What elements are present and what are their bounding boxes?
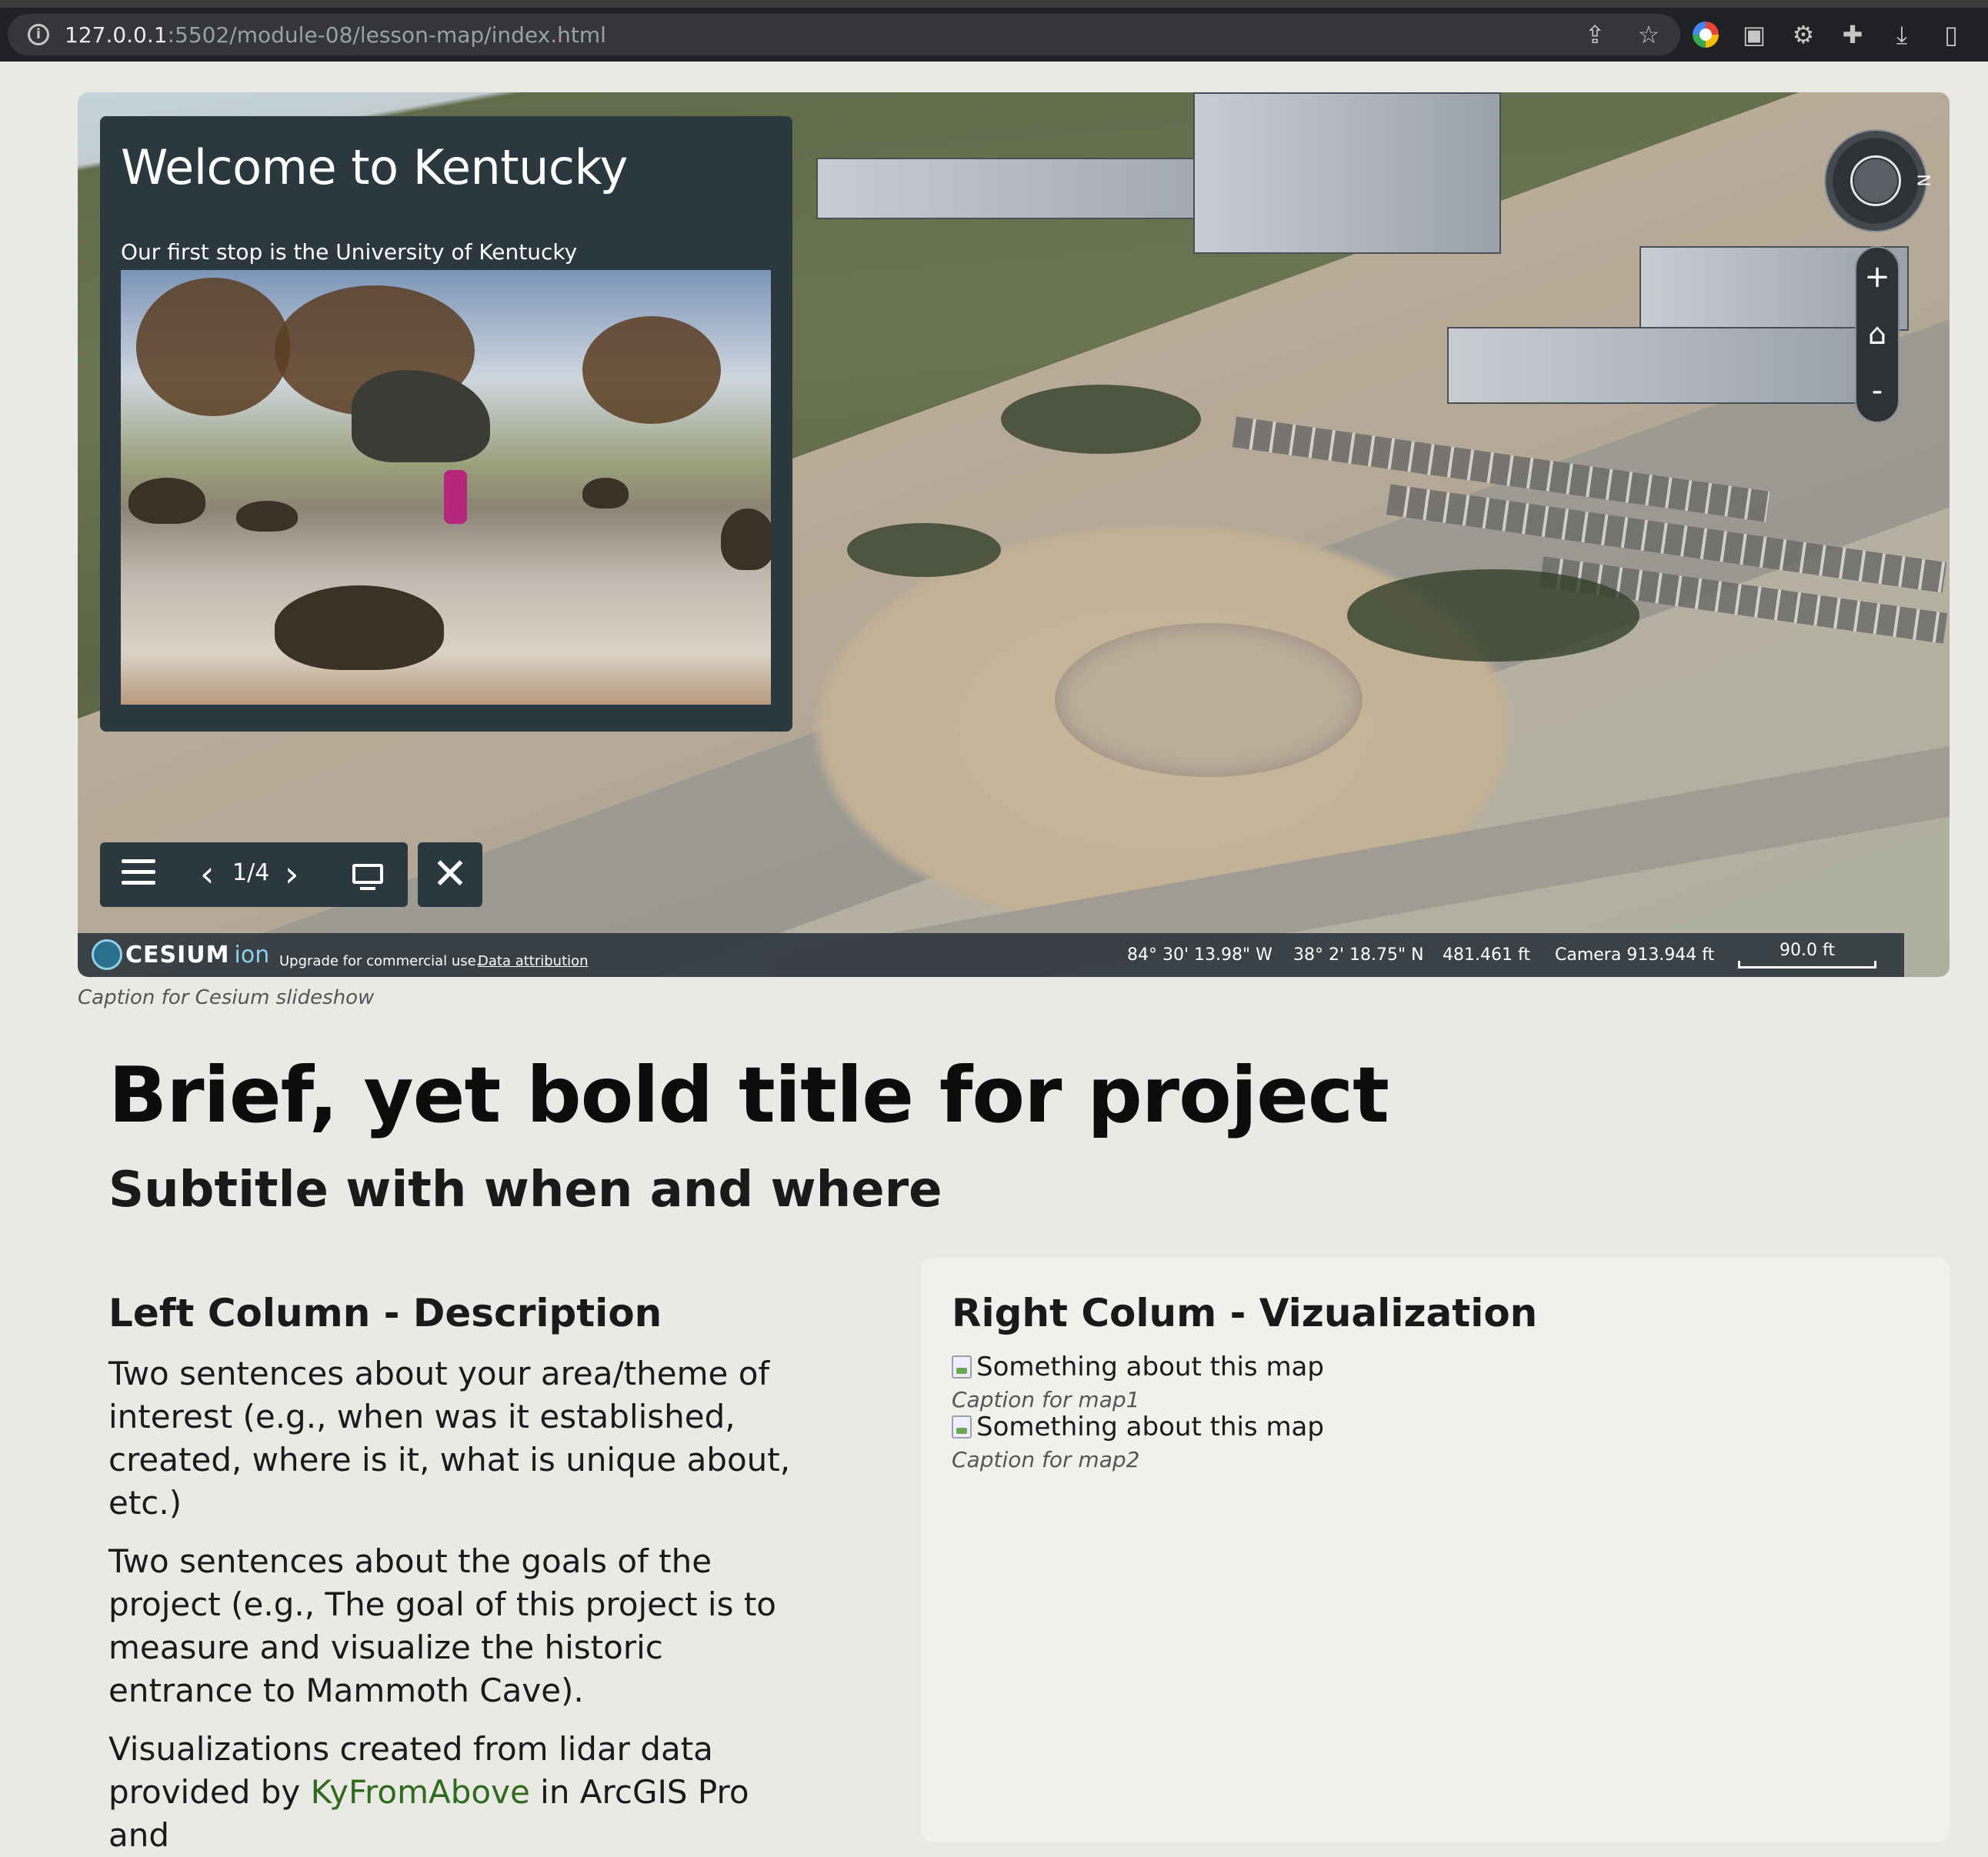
translate-icon[interactable]: ▣ bbox=[1740, 22, 1768, 48]
broken-image-icon bbox=[952, 1415, 972, 1439]
rock bbox=[582, 478, 629, 508]
zoom-control: + ⌂ - bbox=[1855, 246, 1900, 423]
slideshow-controls: ‹ 1/4 › bbox=[100, 842, 408, 907]
url-host: 127.0.0.1 bbox=[65, 22, 168, 48]
viewer-caption: Caption for Cesium slideshow bbox=[78, 986, 375, 1009]
map2-alt-text: Something about this map bbox=[976, 1412, 1324, 1442]
photo-tree bbox=[136, 278, 290, 416]
zoom-in-button[interactable]: + bbox=[1856, 254, 1898, 300]
compass-ring-icon[interactable] bbox=[1850, 155, 1901, 206]
story-photo bbox=[121, 270, 771, 705]
description-paragraph-3: Visualizations created from lidar data p… bbox=[108, 1728, 801, 1857]
kyfromabove-link[interactable]: KyFromAbove bbox=[311, 1773, 530, 1811]
compass-widget[interactable]: N bbox=[1824, 129, 1932, 232]
home-icon[interactable]: ⌂ bbox=[1856, 311, 1898, 357]
right-column-heading: Right Colum - Vizualization bbox=[952, 1291, 1538, 1335]
data-attribution-link[interactable]: Data attribution bbox=[478, 953, 589, 969]
left-column-heading: Left Column - Description bbox=[108, 1291, 662, 1335]
page-subtitle: Subtitle with when and where bbox=[108, 1162, 942, 1219]
map2-caption: Caption for map2 bbox=[952, 1447, 1140, 1472]
child-figure bbox=[444, 470, 467, 524]
site-info-icon[interactable]: i bbox=[28, 24, 49, 45]
star-icon[interactable]: ☆ bbox=[1636, 22, 1662, 48]
story-title: Welcome to Kentucky bbox=[121, 139, 628, 195]
story-panel: Welcome to Kentucky Our first stop is th… bbox=[100, 116, 792, 732]
gear-icon[interactable]: ⚙ bbox=[1790, 22, 1817, 48]
tree-shadow bbox=[847, 523, 1001, 577]
rock bbox=[128, 478, 205, 524]
longitude-readout: 84° 30' 13.98" W bbox=[1127, 945, 1273, 965]
cesium-logo[interactable]: CESIUM ion bbox=[92, 939, 269, 970]
building bbox=[1193, 92, 1501, 254]
browser-toolbar: i 127.0.0.1:5502/module-08/lesson-map/in… bbox=[0, 0, 1988, 62]
broken-image-icon bbox=[952, 1355, 972, 1379]
chevron-left-icon[interactable]: ‹ bbox=[200, 853, 214, 895]
photo-tree bbox=[582, 316, 721, 424]
compass-north-label: N bbox=[1913, 174, 1933, 187]
rock bbox=[721, 508, 771, 570]
cesium-wordmark: CESIUM bbox=[125, 941, 230, 969]
wildcat-statue bbox=[352, 370, 490, 462]
rock bbox=[236, 501, 298, 532]
url-path: :5502/module-08/lesson-map/index.html bbox=[167, 22, 606, 48]
zoom-out-button[interactable]: - bbox=[1856, 368, 1898, 414]
distance-legend: 90.0 ft bbox=[1738, 941, 1876, 969]
cesium-ion-wordmark: ion bbox=[234, 941, 270, 969]
map1-caption: Caption for map1 bbox=[952, 1387, 1140, 1412]
story-subtitle: Our first stop is the University of Kent… bbox=[121, 239, 578, 265]
download-icon[interactable]: ⤓ bbox=[1888, 22, 1916, 48]
map1-image: Something about this map bbox=[952, 1352, 1324, 1382]
latitude-readout: 38° 2' 18.75" N bbox=[1293, 945, 1424, 965]
present-icon[interactable] bbox=[352, 864, 383, 890]
share-icon[interactable]: ⇪ bbox=[1582, 22, 1608, 48]
chevron-right-icon[interactable]: › bbox=[285, 853, 299, 895]
building bbox=[1447, 327, 1870, 404]
camera-readout: Camera 913.944 ft bbox=[1555, 945, 1715, 965]
cesium-viewer[interactable]: Welcome to Kentucky Our first stop is th… bbox=[78, 92, 1950, 977]
description-paragraph-2: Two sentences about the goals of the pro… bbox=[108, 1542, 776, 1709]
cesium-globe-icon bbox=[92, 939, 122, 970]
puzzle-icon[interactable]: ✚ bbox=[1839, 22, 1866, 48]
tree-shadow bbox=[1347, 569, 1639, 662]
map2-image: Something about this map bbox=[952, 1412, 1324, 1442]
address-bar[interactable]: i 127.0.0.1:5502/module-08/lesson-map/in… bbox=[8, 14, 1680, 55]
chrome-extension-icon[interactable] bbox=[1693, 22, 1719, 48]
rock bbox=[275, 585, 444, 670]
slide-counter: 1/4 bbox=[232, 859, 270, 886]
elevation-readout: 481.461 ft bbox=[1443, 945, 1530, 965]
upgrade-notice: Upgrade for commercial use. bbox=[279, 953, 481, 969]
scale-label: 90.0 ft bbox=[1780, 941, 1835, 960]
scale-bar bbox=[1738, 961, 1876, 969]
list-icon[interactable] bbox=[122, 859, 155, 890]
plaza bbox=[1055, 623, 1363, 777]
description-paragraph-1: Two sentences about your area/theme of i… bbox=[108, 1355, 791, 1522]
page-title: Brief, yet bold title for project bbox=[108, 1050, 1389, 1140]
map1-alt-text: Something about this map bbox=[976, 1352, 1324, 1382]
right-column-card bbox=[921, 1258, 1950, 1842]
sidebar-icon[interactable]: ▯ bbox=[1937, 22, 1965, 48]
credits-bar: CESIUM ion Upgrade for commercial use. D… bbox=[78, 933, 1904, 977]
close-slideshow-icon[interactable]: ✕ bbox=[418, 842, 482, 907]
tree-shadow bbox=[1001, 385, 1201, 454]
